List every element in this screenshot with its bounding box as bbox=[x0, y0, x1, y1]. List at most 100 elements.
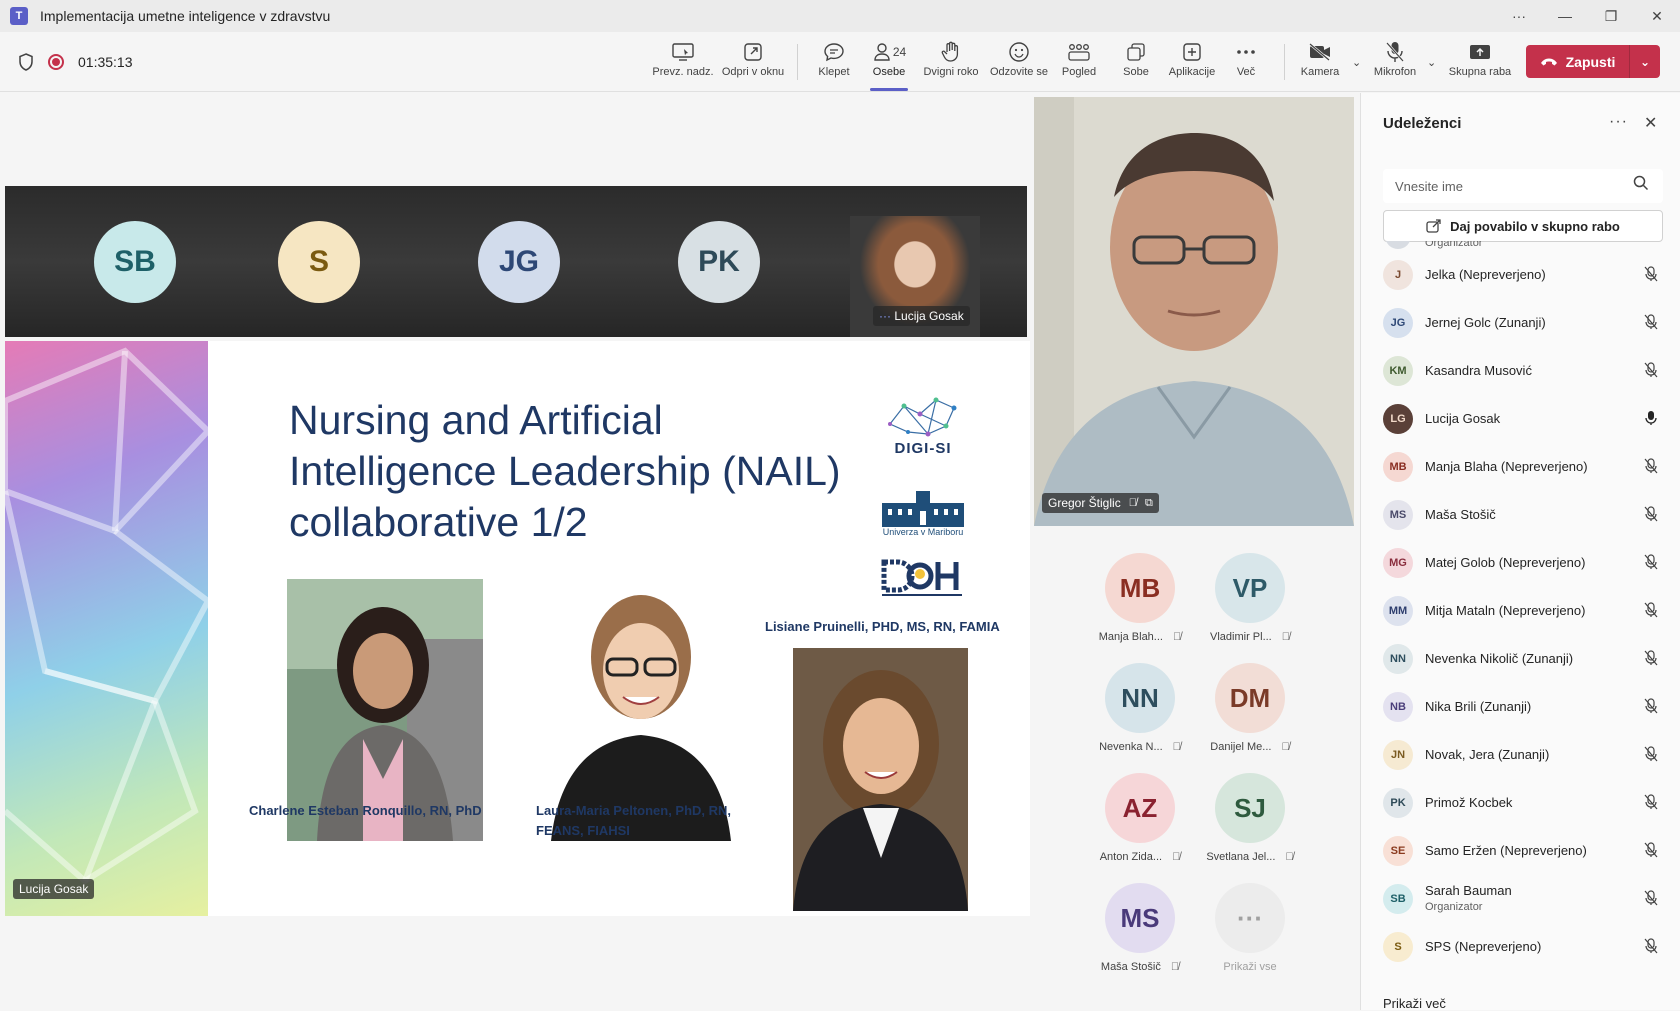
participant-name: Mitja Mataln (Nepreverjeno) bbox=[1425, 603, 1586, 618]
show-all-tile[interactable]: ··· Prikaži vse bbox=[1195, 883, 1305, 983]
strip-avatar-sb[interactable]: SB bbox=[94, 221, 176, 303]
more-icon: ··· bbox=[1215, 883, 1285, 953]
mic-muted-icon: 🎙̸ bbox=[1172, 851, 1181, 863]
microphone-options-chevron-icon[interactable]: ⌄ bbox=[1427, 56, 1436, 69]
people-count: 24 bbox=[892, 45, 907, 59]
camera-button[interactable]: Kamera bbox=[1298, 38, 1342, 88]
share-invite-button[interactable]: Daj povabilo v skupno rabo bbox=[1383, 210, 1663, 242]
avatar: MB bbox=[1105, 553, 1175, 623]
participant-item[interactable]: S SPS (Nepreverjeno) bbox=[1383, 925, 1663, 969]
close-panel-icon[interactable]: ✕ bbox=[1644, 113, 1657, 133]
window-controls: ··· — ❐ ✕ bbox=[1496, 0, 1680, 32]
mic-muted-icon bbox=[1639, 601, 1663, 621]
avatar: LG bbox=[1383, 404, 1413, 434]
leave-options-chevron-icon[interactable]: ⌄ bbox=[1630, 55, 1660, 69]
rooms-button[interactable]: Sobe bbox=[1120, 38, 1152, 88]
avatar: S bbox=[1383, 932, 1413, 962]
screen-control-icon bbox=[672, 38, 694, 66]
participant-search-input[interactable] bbox=[1383, 169, 1663, 203]
grid-tile-dm[interactable]: DM Danijel Me... 🎙̸ bbox=[1195, 663, 1305, 763]
video-portrait-graphic bbox=[1034, 97, 1354, 526]
participant-item[interactable]: JN Novak, Jera (Zunanji) bbox=[1383, 733, 1663, 777]
microphone-button[interactable]: Mikrofon bbox=[1372, 38, 1418, 88]
apps-button[interactable]: Aplikacije bbox=[1166, 38, 1218, 88]
shared-presentation[interactable]: Nursing and Artificial Intelligence Lead… bbox=[5, 341, 1030, 916]
take-control-button[interactable]: Prevz. nadz. bbox=[651, 38, 715, 88]
participant-item[interactable]: MG Matej Golob (Nepreverjeno) bbox=[1383, 541, 1663, 585]
pop-out-button[interactable]: Odpri v oknu bbox=[718, 38, 788, 88]
avatar: MS bbox=[1383, 500, 1413, 530]
participant-item[interactable]: LG Lucija Gosak bbox=[1383, 397, 1663, 441]
grid-tile-sj[interactable]: SJ Svetlana Jel... 🎙̸ bbox=[1195, 773, 1305, 873]
mic-muted-icon: 🎙̸ bbox=[1285, 851, 1294, 863]
panel-title: Udeleženci bbox=[1383, 115, 1462, 132]
people-button[interactable]: 24 Osebe bbox=[866, 38, 912, 91]
share-screen-button[interactable]: Skupna raba bbox=[1448, 38, 1512, 88]
camera-options-chevron-icon[interactable]: ⌄ bbox=[1352, 56, 1361, 69]
toolbar-separator bbox=[1284, 44, 1285, 80]
maximize-icon[interactable]: ❐ bbox=[1588, 0, 1634, 32]
participant-name: Jernej Golc (Zunanji) bbox=[1425, 315, 1546, 330]
more-options-icon[interactable]: ··· bbox=[1496, 0, 1542, 32]
react-icon bbox=[1008, 38, 1030, 66]
participant-item[interactable]: MB Manja Blaha (Nepreverjeno) bbox=[1383, 445, 1663, 489]
meeting-info: 01:35:13 bbox=[18, 32, 133, 92]
chat-button[interactable]: Klepet bbox=[814, 38, 854, 88]
grid-tile-ms[interactable]: MS Maša Stošič 🎙̸ bbox=[1085, 883, 1195, 983]
strip-avatar-jg[interactable]: JG bbox=[478, 221, 560, 303]
leave-label: Zapusti bbox=[1565, 53, 1616, 70]
leave-meeting-button[interactable]: Zapusti ⌄ bbox=[1526, 45, 1660, 78]
participant-item[interactable]: NN Nevenka Nikolič (Zunanji) bbox=[1383, 637, 1663, 681]
minimize-icon[interactable]: — bbox=[1542, 0, 1588, 32]
mic-muted-icon bbox=[1639, 361, 1663, 381]
participant-item[interactable]: JG Jernej Golc (Zunanji) bbox=[1383, 301, 1663, 345]
participant-item[interactable]: MM Mitja Mataln (Nepreverjeno) bbox=[1383, 589, 1663, 633]
mic-muted-icon: 🎙̸ bbox=[1281, 631, 1290, 643]
participant-name: Matej Golob (Nepreverjeno) bbox=[1425, 555, 1586, 570]
view-button[interactable]: Pogled bbox=[1060, 38, 1098, 88]
leave-button-main[interactable]: Zapusti bbox=[1526, 45, 1630, 78]
caption-lisiane-pruinelli: Lisiane Pruinelli, PHD, MS, RN, FAMIA bbox=[765, 619, 1000, 634]
close-window-icon[interactable]: ✕ bbox=[1634, 0, 1680, 32]
strip-avatar-s[interactable]: S bbox=[278, 221, 360, 303]
mic-off-icon bbox=[1385, 38, 1405, 66]
grid-tile-nn[interactable]: NN Nevenka N... 🎙̸ bbox=[1085, 663, 1195, 763]
avatar: NN bbox=[1105, 663, 1175, 733]
avatar: NN bbox=[1383, 644, 1413, 674]
mic-on-icon bbox=[1639, 410, 1663, 429]
avatar: MS bbox=[1105, 883, 1175, 953]
show-more-link[interactable]: Prikaži več bbox=[1383, 996, 1446, 1011]
participant-item[interactable]: SB Sarah Bauman Organizator bbox=[1383, 877, 1663, 921]
participant-name: SPS (Nepreverjeno) bbox=[1425, 939, 1542, 954]
grid-tile-az[interactable]: AZ Anton Zida... 🎙̸ bbox=[1085, 773, 1195, 873]
participant-name: Lucija Gosak bbox=[1425, 411, 1501, 426]
strip-avatar-pk[interactable]: PK bbox=[678, 221, 760, 303]
toolbar-separator bbox=[797, 44, 798, 80]
grid-tile-vp[interactable]: VP Vladimir Pl... 🎙̸ bbox=[1195, 553, 1305, 653]
main-video-tile[interactable]: Gregor Štiglic 🎙̸ ⧉ bbox=[1034, 97, 1354, 526]
participant-item[interactable]: SE Samo Eržen (Nepreverjeno) bbox=[1383, 829, 1663, 873]
dih-logo-graphic bbox=[881, 559, 962, 596]
more-button[interactable]: Več bbox=[1232, 38, 1260, 88]
mic-muted-icon bbox=[1639, 505, 1663, 525]
react-button[interactable]: Odzovite se bbox=[988, 38, 1050, 88]
shield-icon[interactable] bbox=[18, 53, 34, 71]
participant-item[interactable]: NB Nika Brili (Zunanji) bbox=[1383, 685, 1663, 729]
window-title-bar: T Implementacija umetne inteligence v zd… bbox=[0, 0, 1680, 32]
participant-item[interactable]: KM Kasandra Musović bbox=[1383, 349, 1663, 393]
participant-name: Manja Blaha (Nepreverjeno) bbox=[1425, 459, 1588, 474]
grid-tile-mb[interactable]: MB Manja Blah... 🎙̸ bbox=[1085, 553, 1195, 653]
participant-item[interactable]: J Jelka (Nepreverjeno) bbox=[1383, 253, 1663, 297]
caption-charlene-ronquillo: Charlene Esteban Ronquillo, RN, PhD bbox=[249, 803, 482, 818]
participant-item[interactable]: MS Maša Stošič bbox=[1383, 493, 1663, 537]
pop-out-icon bbox=[743, 38, 763, 66]
avatar: DM bbox=[1215, 663, 1285, 733]
raise-hand-button[interactable]: Dvigni roko bbox=[922, 38, 980, 88]
panel-more-icon[interactable]: ··· bbox=[1609, 113, 1628, 131]
meeting-toolbar: 01:35:13 Prevz. nadz. Odpri v oknu Klepe… bbox=[0, 32, 1680, 92]
avatar bbox=[1385, 241, 1411, 249]
mic-muted-icon bbox=[1639, 889, 1663, 909]
mic-muted-icon: 🎙̸ bbox=[1172, 631, 1182, 643]
screen-share-icon: ⧉ bbox=[1144, 496, 1153, 509]
participant-item[interactable]: PK Primož Kocbek bbox=[1383, 781, 1663, 825]
